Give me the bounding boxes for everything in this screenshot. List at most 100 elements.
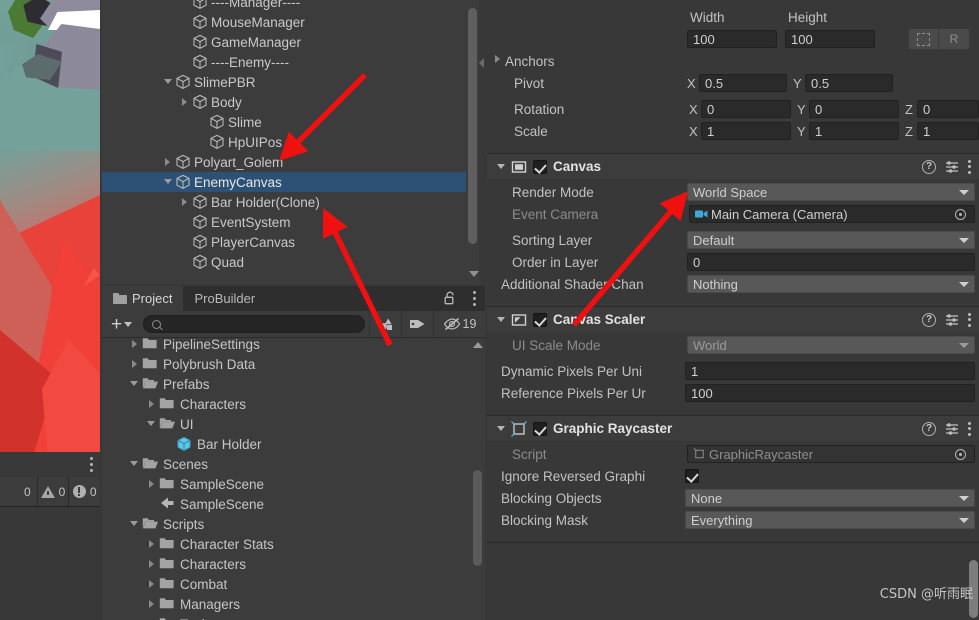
foldout-closed-icon[interactable] [145, 594, 159, 614]
foldout-open-icon[interactable] [145, 414, 159, 434]
rotation-z-field[interactable]: 0 [917, 100, 979, 118]
hierarchy-item-slimepbr[interactable]: SlimePBR [102, 72, 485, 92]
foldout-open-icon[interactable] [128, 454, 142, 474]
order-in-layer-field[interactable]: 0 [687, 253, 975, 271]
ui-scale-mode-dropdown[interactable]: World [687, 336, 975, 354]
project-item-samplescene[interactable]: SampleScene [102, 474, 485, 494]
console-warning-count[interactable]: 0 [38, 477, 70, 506]
scene-view[interactable] [0, 0, 100, 452]
foldout-closed-icon[interactable] [145, 534, 159, 554]
hierarchy-item-hpuipos[interactable]: HpUIPos [102, 132, 485, 152]
project-item-scenes[interactable]: Scenes [102, 454, 485, 474]
project-item-prefabs[interactable]: Prefabs [102, 374, 485, 394]
console-log-list[interactable] [0, 507, 100, 620]
preset-icon[interactable] [945, 160, 959, 174]
help-icon[interactable]: ? [922, 159, 936, 174]
hierarchy-item-enemycanvas[interactable]: EnemyCanvas [102, 172, 485, 192]
help-icon[interactable]: ? [922, 312, 936, 327]
rotation-y-field[interactable]: 0 [809, 100, 899, 118]
kebab-menu-icon[interactable] [968, 312, 971, 327]
foldout-open-icon[interactable] [128, 374, 142, 394]
console-log-count[interactable]: 0 [0, 477, 38, 506]
project-item-polybrush-data[interactable]: Polybrush Data [102, 354, 485, 374]
create-asset-button[interactable]: + [102, 315, 139, 334]
graphic-raycaster-enabled-checkbox[interactable] [533, 421, 547, 436]
foldout-closed-icon[interactable] [145, 394, 159, 414]
chevron-down-icon[interactable] [469, 271, 479, 277]
height-field[interactable]: 100 [785, 30, 875, 48]
canvas-enabled-checkbox[interactable] [533, 159, 547, 174]
raw-edit-mode-button[interactable]: R [939, 28, 970, 50]
chevron-up-icon[interactable] [473, 342, 483, 348]
project-item-character-stats[interactable]: Character Stats [102, 534, 485, 554]
filter-by-type-button[interactable] [369, 310, 401, 338]
scale-z-field[interactable]: 1 [917, 122, 979, 140]
canvas-scaler-enabled-checkbox[interactable] [533, 312, 547, 327]
project-item-characters[interactable]: Characters [102, 554, 485, 574]
hierarchy-item-gamemanager[interactable]: GameManager [102, 32, 485, 52]
project-scrollbar-thumb[interactable] [473, 470, 482, 566]
reference-ppu-field[interactable]: 100 [685, 384, 975, 402]
kebab-menu-icon[interactable] [968, 421, 971, 436]
render-mode-dropdown[interactable]: World Space [687, 183, 975, 201]
graphic-raycaster-foldout-icon[interactable] [497, 426, 505, 431]
width-field[interactable]: 100 [687, 30, 777, 48]
scale-y-field[interactable]: 1 [809, 122, 899, 140]
hierarchy-item-playercanvas[interactable]: PlayerCanvas [102, 232, 485, 252]
preset-icon[interactable] [945, 313, 959, 327]
ignore-reversed-checkbox[interactable] [685, 469, 699, 483]
hierarchy-item-body[interactable]: Body [102, 92, 485, 112]
preset-icon[interactable] [945, 422, 959, 436]
canvas-foldout-icon[interactable] [497, 164, 505, 169]
foldout-closed-icon[interactable] [128, 354, 142, 374]
foldout-closed-icon[interactable] [145, 574, 159, 594]
foldout-closed-icon[interactable] [145, 554, 159, 574]
project-item-pipelinesettings[interactable]: PipelineSettings [102, 338, 485, 354]
project-item-managers[interactable]: Managers [102, 594, 485, 614]
hierarchy-item-quad[interactable]: Quad [102, 252, 485, 272]
foldout-closed-icon[interactable] [179, 92, 192, 112]
project-item-bar-holder[interactable]: Bar Holder [102, 434, 485, 454]
hidden-assets-toggle[interactable]: 19 [433, 310, 485, 338]
hierarchy-item-slime[interactable]: Slime [102, 112, 485, 132]
help-icon[interactable]: ? [922, 421, 936, 436]
collapse-arrow-icon[interactable] [479, 58, 484, 68]
hierarchy-scrollbar-thumb[interactable] [468, 8, 477, 244]
project-item-samplescene[interactable]: SampleScene [102, 494, 485, 514]
foldout-closed-icon[interactable] [179, 192, 192, 212]
foldout-closed-icon[interactable] [145, 614, 159, 620]
canvas-component-header[interactable]: Canvas ? [487, 154, 979, 179]
project-item-characters[interactable]: Characters [102, 394, 485, 414]
foldout-closed-icon[interactable] [145, 474, 159, 494]
canvas-scaler-foldout-icon[interactable] [497, 317, 505, 322]
hierarchy-item-manager[interactable]: ----Manager---- [102, 0, 485, 12]
filter-by-label-button[interactable] [401, 310, 433, 338]
foldout-closed-icon[interactable] [162, 152, 175, 172]
foldout-open-icon[interactable] [162, 172, 175, 192]
dynamic-ppu-field[interactable]: 1 [685, 362, 975, 380]
search-input[interactable] [161, 318, 356, 330]
hierarchy-item-polyart-golem[interactable]: Polyart_Golem [102, 152, 485, 172]
pivot-y-field[interactable]: 0.5 [805, 74, 893, 92]
foldout-open-icon[interactable] [162, 72, 175, 92]
additional-shader-dropdown[interactable]: Nothing [687, 275, 975, 293]
object-picker-button[interactable] [952, 445, 969, 463]
search-field[interactable] [143, 315, 365, 333]
foldout-closed-icon[interactable] [128, 338, 142, 354]
blueprint-mode-button[interactable] [908, 28, 939, 50]
sorting-layer-dropdown[interactable]: Default [687, 231, 975, 249]
hierarchy-item-enemy[interactable]: ----Enemy---- [102, 52, 485, 72]
rotation-x-field[interactable]: 0 [701, 100, 791, 118]
graphic-raycaster-component-header[interactable]: Graphic Raycaster ? [487, 416, 979, 441]
kebab-menu-icon[interactable] [473, 291, 476, 306]
anchors-foldout[interactable] [491, 51, 505, 71]
pivot-x-field[interactable]: 0.5 [699, 74, 787, 92]
blocking-objects-dropdown[interactable]: None [685, 489, 975, 507]
project-item-ui[interactable]: UI [102, 414, 485, 434]
project-scrollbar[interactable] [473, 342, 483, 566]
hierarchy-scrollbar[interactable] [466, 0, 479, 284]
lock-open-icon[interactable] [444, 291, 456, 305]
project-item-combat[interactable]: Combat [102, 574, 485, 594]
scale-x-field[interactable]: 1 [701, 122, 791, 140]
foldout-open-icon[interactable] [128, 514, 142, 534]
